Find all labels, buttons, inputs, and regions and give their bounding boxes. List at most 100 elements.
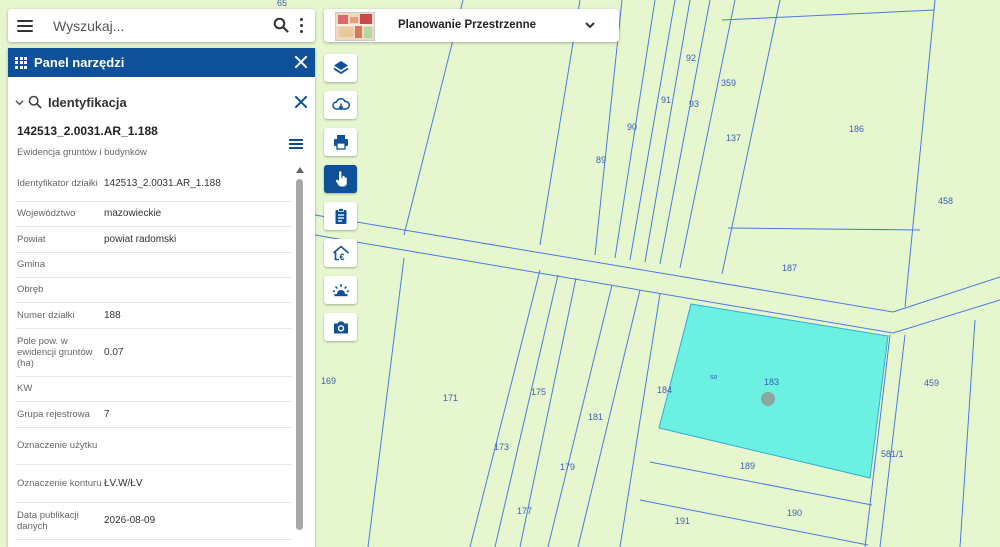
parcel-label: 90	[627, 122, 637, 132]
identify-button[interactable]	[324, 165, 357, 193]
attr-label: Powiat	[16, 226, 104, 253]
attr-label: Obręb	[16, 277, 104, 303]
parcel-label: 171	[443, 393, 458, 403]
plan-thumbnail	[335, 12, 375, 41]
parcel-label: 187	[782, 263, 797, 273]
plan-layer-label: Planowanie Przestrzenne	[398, 19, 537, 31]
attr-value: 7	[104, 401, 292, 428]
attr-value: powiat radomski	[104, 226, 292, 253]
attr-label: Data publikacji danych	[16, 502, 104, 540]
identification-header[interactable]: Identyfikacja	[8, 92, 315, 112]
attr-value: mazowieckie	[104, 201, 292, 227]
parcel-label: 191	[675, 516, 690, 526]
cloud-download-button[interactable]	[324, 91, 357, 119]
parcel-label: 137	[726, 133, 741, 143]
search-bar	[8, 9, 315, 42]
table-row: Data publikacji danych 2026-08-09	[16, 502, 292, 540]
parcel-label: 177	[517, 506, 532, 516]
parcel-label: 181	[588, 412, 603, 422]
parcel-label: 458	[938, 196, 953, 206]
attr-label: KW	[16, 376, 104, 402]
parcel-label: 183	[764, 377, 779, 387]
main-menu-icon[interactable]	[17, 19, 33, 32]
svg-text:€: €	[339, 252, 344, 262]
search-input[interactable]	[51, 16, 255, 35]
object-id: 142513_2.0031.AR_1.188	[17, 124, 158, 138]
siren-icon	[332, 284, 349, 297]
screenshot-button[interactable]	[324, 313, 357, 341]
camera-icon	[333, 321, 348, 334]
chevron-down-icon[interactable]	[15, 98, 24, 107]
parcel-label: 189	[740, 461, 755, 471]
tools-panel-title: Panel narzędzi	[34, 55, 125, 70]
parcel-label: so	[710, 374, 718, 381]
attr-value	[104, 427, 292, 465]
parcel-label: 190	[787, 508, 802, 518]
parcel-label: 581/1	[881, 449, 904, 459]
table-row: Identyfikator działki 142513_2.0031.AR_1.…	[16, 167, 292, 202]
plan-layer-select[interactable]: Planowanie Przestrzenne	[324, 9, 619, 42]
attribute-table: Identyfikator działki 142513_2.0031.AR_1.…	[16, 167, 292, 540]
parcel-label: 65	[277, 0, 287, 8]
more-options-icon[interactable]	[299, 18, 303, 33]
chevron-down-icon[interactable]	[584, 19, 596, 31]
attr-value: 0.07	[104, 328, 292, 377]
parcel-label: 93	[689, 99, 699, 109]
scrollbar[interactable]	[296, 167, 304, 547]
attr-value	[104, 376, 292, 402]
tools-panel-header: Panel narzędzi	[8, 48, 315, 77]
parcel-label: 91	[661, 95, 671, 105]
layer-name: Ewidencja gruntów i budynków	[17, 147, 147, 158]
clipboard-button[interactable]	[324, 202, 357, 230]
table-row: Numer działki 188	[16, 302, 292, 329]
parcel-label: 184	[657, 385, 672, 395]
object-menu-icon[interactable]	[289, 139, 303, 149]
parcel-label: 186	[849, 124, 864, 134]
parcel-label: 173	[494, 442, 509, 452]
scroll-up-arrow-icon[interactable]	[296, 167, 304, 173]
parcel-label: 92	[686, 53, 696, 63]
tools-panel: Panel narzędzi Identyfikacja 142513_2.00…	[8, 48, 315, 547]
table-row: Powiat powiat radomski	[16, 226, 292, 253]
attr-value: 188	[104, 302, 292, 329]
close-panel-icon[interactable]	[295, 56, 307, 68]
attr-label: Oznaczenie użytku	[16, 427, 104, 465]
attr-label: Grupa rejestrowa	[16, 401, 104, 428]
table-row: Grupa rejestrowa 7	[16, 401, 292, 428]
attr-value	[104, 277, 292, 303]
attr-label: Pole pow. w ewidencji gruntów (ha)	[16, 328, 104, 377]
search-icon	[28, 95, 42, 109]
scrollbar-thumb[interactable]	[296, 179, 303, 530]
attr-label: Gmina	[16, 252, 104, 278]
attr-label: Identyfikator działki	[16, 167, 104, 202]
parcel-label: 459	[924, 378, 939, 388]
table-row: KW	[16, 376, 292, 402]
parcel-label: 89	[596, 155, 606, 165]
parcel-label: 359	[721, 78, 736, 88]
attr-label: Oznaczenie konturu	[16, 464, 104, 503]
table-row: Województwo mazowieckie	[16, 201, 292, 227]
beacon-button[interactable]	[324, 276, 357, 304]
printer-icon	[333, 135, 348, 150]
hand-pointer-icon	[335, 171, 347, 187]
attr-label: Województwo	[16, 201, 104, 227]
print-button[interactable]	[324, 128, 357, 156]
attr-value: ŁV.W/ŁV	[104, 464, 292, 503]
table-row: Pole pow. w ewidencji gruntów (ha) 0.07	[16, 328, 292, 377]
table-row: Oznaczenie użytku	[16, 427, 292, 465]
table-row: Oznaczenie konturu ŁV.W/ŁV	[16, 464, 292, 503]
clipboard-icon	[335, 208, 346, 224]
table-row: Obręb	[16, 277, 292, 303]
identification-title: Identyfikacja	[48, 94, 127, 110]
attr-label: Numer działki	[16, 302, 104, 329]
attr-value	[104, 252, 292, 278]
layers-button[interactable]	[324, 54, 357, 82]
close-identification-icon[interactable]	[295, 96, 307, 108]
layers-icon	[333, 61, 348, 75]
cloud-download-icon	[331, 97, 350, 110]
search-icon[interactable]	[273, 17, 289, 33]
property-value-button[interactable]: €	[324, 239, 357, 267]
parcel-label: 169	[321, 376, 336, 386]
attr-value: 142513_2.0031.AR_1.188	[104, 167, 292, 202]
attr-value: 2026-08-09	[104, 502, 292, 540]
